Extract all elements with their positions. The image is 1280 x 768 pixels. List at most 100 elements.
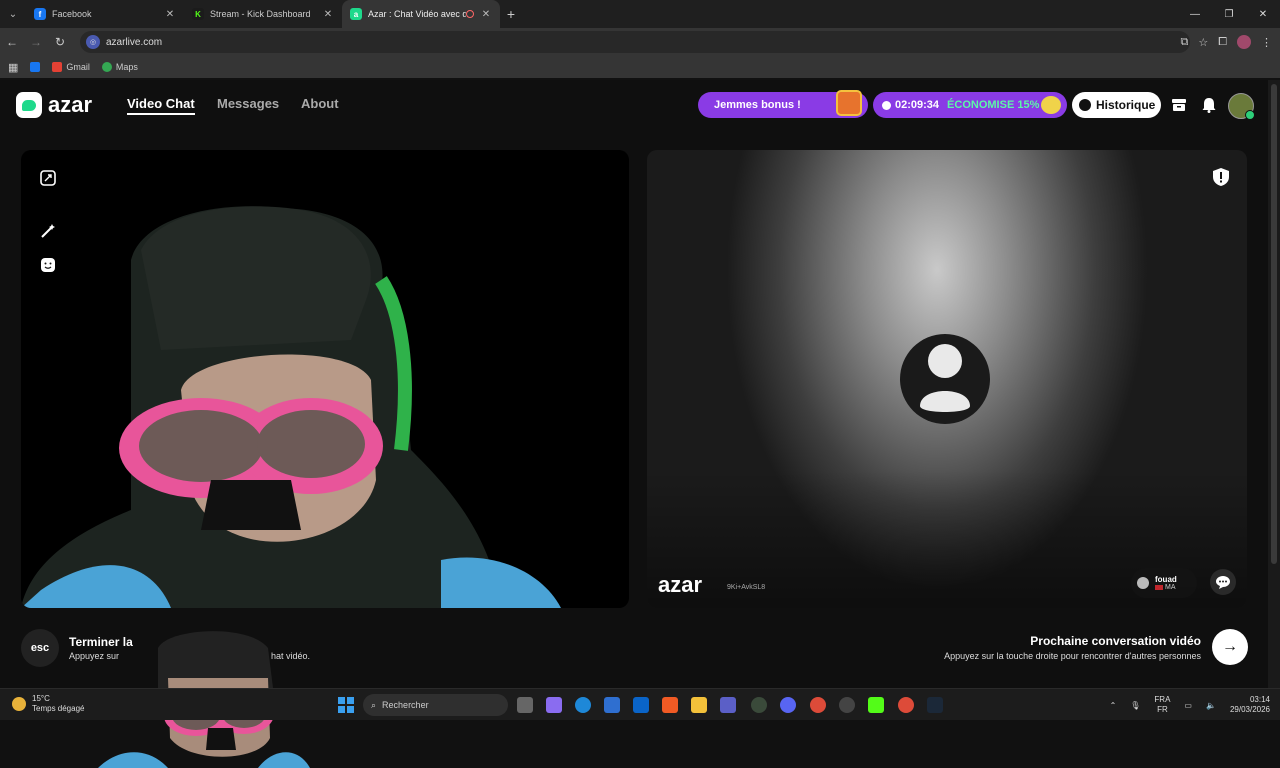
bookmark-facebook[interactable] <box>30 62 41 72</box>
restore-icon[interactable]: ❐ <box>1212 0 1246 28</box>
close-tab-icon[interactable]: ✕ <box>480 9 492 20</box>
azar-icon: a <box>350 8 362 20</box>
network-icon[interactable]: ▭ <box>1184 701 1192 710</box>
remote-user-placeholder-icon <box>900 334 990 424</box>
bookmark-maps[interactable]: Maps <box>101 62 138 72</box>
shop-icon[interactable] <box>1168 94 1190 116</box>
coins-icon <box>1041 96 1061 114</box>
minimize-icon[interactable]: — <box>1178 0 1212 28</box>
kick-icon[interactable] <box>868 697 884 713</box>
next-chat-hint: Appuyez sur la touche droite pour rencon… <box>944 651 1201 661</box>
site-header: azar Video Chat Messages About Jemmes bo… <box>0 80 1268 130</box>
back-icon[interactable]: ← <box>0 28 24 56</box>
edge-icon[interactable] <box>575 697 591 713</box>
chat-bubble-icon <box>1216 575 1230 589</box>
forward-icon[interactable]: → <box>24 28 48 56</box>
history-icon <box>1079 99 1091 111</box>
system-clock[interactable]: 03:14 29/03/2026 <box>1230 695 1270 715</box>
nav-video-chat[interactable]: Video Chat <box>127 96 195 115</box>
azar-logo[interactable]: azar <box>16 92 92 118</box>
facebook-icon: f <box>34 8 46 20</box>
url-text: azarlive.com <box>106 36 163 48</box>
nav-about[interactable]: About <box>301 96 339 111</box>
page-scrollbar[interactable] <box>1268 80 1280 688</box>
gmail-icon <box>52 62 63 72</box>
microphone-icon[interactable]: 🎙 <box>1130 701 1140 710</box>
bookmark-star-icon[interactable]: ☆ <box>1198 36 1208 49</box>
clock-time: 03:14 <box>1249 695 1270 704</box>
nav-messages[interactable]: Messages <box>217 96 279 111</box>
peer-name: fouad <box>1155 575 1177 584</box>
url-input[interactable]: ◎ azarlive.com <box>80 31 1190 53</box>
azar-watermark: azar <box>658 572 703 597</box>
task-view-icon[interactable] <box>517 697 533 713</box>
tray-chevron-icon[interactable]: ⌃ <box>1110 701 1117 710</box>
report-shield-icon[interactable] <box>1213 168 1229 186</box>
close-window-icon[interactable]: ✕ <box>1246 0 1280 28</box>
copilot-icon[interactable] <box>546 697 562 713</box>
toolbar-right: ⧉ ☆ ⧠ ⋮ <box>1180 28 1272 56</box>
scrollbar-thumb[interactable] <box>1271 84 1277 564</box>
end-call-button[interactable]: esc <box>21 629 59 667</box>
store-icon[interactable] <box>604 697 620 713</box>
discord-icon[interactable] <box>780 697 796 713</box>
site-info-icon[interactable]: ◎ <box>86 35 100 49</box>
windows-start-icon[interactable] <box>338 697 354 713</box>
history-label: Historique <box>1096 98 1156 112</box>
extensions-icon[interactable]: ⧠ <box>1218 36 1227 49</box>
shrink-icon[interactable] <box>39 169 57 187</box>
session-id: 9Ki+AvkSL8 <box>727 584 766 591</box>
chat-button[interactable] <box>1210 569 1236 595</box>
remote-video: azar 9Ki+AvkSL8 fouad MA <box>647 150 1247 608</box>
azar-logo-icon <box>16 92 42 118</box>
new-tab-button[interactable]: + <box>500 6 522 22</box>
obs-icon[interactable] <box>839 697 855 713</box>
window-controls: — ❐ ✕ <box>1178 0 1280 28</box>
teams-icon[interactable] <box>720 697 736 713</box>
language-code: FRA <box>1154 695 1171 704</box>
brave-icon[interactable] <box>662 697 678 713</box>
bonus-gems-button[interactable]: Jemmes bonus ! <box>698 90 868 118</box>
weather-widget[interactable]: 15°C Temps dégagé <box>12 694 84 714</box>
local-video <box>21 150 629 608</box>
tab-search-icon[interactable]: ⌄ <box>0 0 26 28</box>
file-explorer-icon[interactable] <box>691 697 707 713</box>
close-tab-icon[interactable]: ✕ <box>164 9 176 20</box>
treasure-chest-icon <box>836 90 862 116</box>
user-avatar[interactable] <box>1228 93 1255 120</box>
reload-icon[interactable]: ↻ <box>48 28 72 56</box>
tab-azar[interactable]: a Azar : Chat Vidéo avec de n ✕ <box>342 0 500 28</box>
next-chat-title: Prochaine conversation vidéo <box>1030 634 1201 648</box>
chrome-profile-icon[interactable] <box>898 697 914 713</box>
volume-icon[interactable]: 🔈 <box>1206 701 1216 710</box>
bookmark-label: Maps <box>115 62 138 72</box>
notification-bell-icon[interactable] <box>1198 94 1220 116</box>
history-button[interactable]: Historique <box>1072 92 1161 118</box>
tab-title: Facebook <box>52 9 92 19</box>
profile-icon[interactable] <box>1237 35 1251 49</box>
cast-icon[interactable]: ⧉ <box>1180 36 1188 49</box>
taskbar-search-input[interactable]: ⌕ Rechercher <box>363 694 508 716</box>
language-indicator[interactable]: FRA FR <box>1154 695 1170 715</box>
outlook-icon[interactable] <box>633 697 649 713</box>
tab-kick-dashboard[interactable]: K Stream - Kick Dashboard ✕ <box>184 0 342 28</box>
tab-facebook[interactable]: f Facebook ✕ <box>26 0 184 28</box>
menu-icon[interactable]: ⋮ <box>1261 36 1272 49</box>
arrow-right-icon: → <box>1222 638 1238 655</box>
app-icon[interactable] <box>751 697 767 713</box>
bonus-label: Jemmes bonus ! <box>714 99 801 111</box>
peer-avatar-icon <box>1137 577 1149 589</box>
sticker-icon[interactable] <box>39 256 57 274</box>
magic-filter-icon[interactable] <box>39 222 57 240</box>
esc-key-label: esc <box>30 642 50 654</box>
peer-info[interactable]: fouad MA <box>1131 568 1197 598</box>
clock-icon <box>882 100 891 110</box>
keyboard-layout: FR <box>1157 705 1168 714</box>
apps-icon[interactable]: ▦ <box>8 61 18 74</box>
next-chat-button[interactable]: → <box>1212 629 1248 665</box>
discount-timer-button[interactable]: 02:09:34 ÉCONOMISE 15% <box>873 92 1067 118</box>
chrome-icon[interactable] <box>810 697 826 713</box>
steam-icon[interactable] <box>927 697 943 713</box>
close-tab-icon[interactable]: ✕ <box>322 9 334 20</box>
bookmark-gmail[interactable]: Gmail <box>52 62 90 72</box>
